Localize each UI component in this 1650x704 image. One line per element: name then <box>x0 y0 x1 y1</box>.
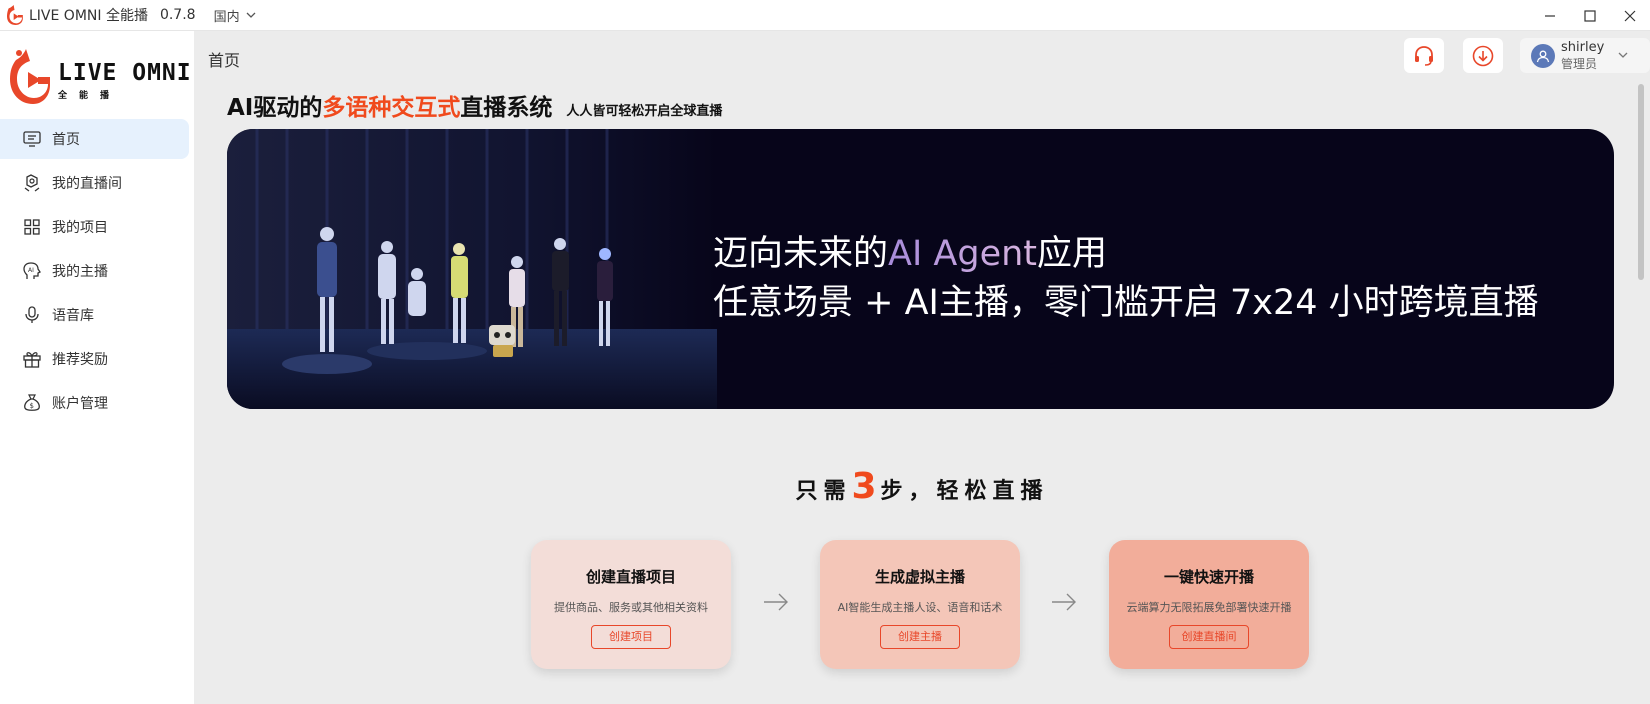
sidebar-item-projects[interactable]: 我的项目 <box>0 207 189 247</box>
page-title: 首页 <box>208 51 241 70</box>
step-card-start-live: 一键快速开播 云端算力无限拓展免部署快速开播 创建直播间 <box>1109 540 1309 669</box>
user-role: 管理员 <box>1561 56 1598 71</box>
step-description: AI智能生成主播人设、语音和话术 <box>837 601 1003 614</box>
sidebar-item-anchors[interactable]: AI 我的主播 <box>0 251 189 291</box>
step-description: 提供商品、服务或其他相关资料 <box>554 601 708 614</box>
logo-mark-icon <box>10 49 50 104</box>
chevron-down-icon <box>1618 52 1628 58</box>
step-title: 创建直播项目 <box>585 568 676 586</box>
step-card-create-anchor: 生成虚拟主播 AI智能生成主播人设、语音和话术 创建主播 <box>820 540 1020 669</box>
close-icon <box>1624 10 1636 21</box>
grid-icon <box>22 217 42 237</box>
ai-head-icon: AI <box>22 261 42 281</box>
steps-title-a: 只需 <box>795 479 852 504</box>
steps-title: 只需3步，轻松直播 <box>0 466 1650 507</box>
create-anchor-button[interactable]: 创建主播 <box>880 625 960 649</box>
user-menu[interactable]: shirley 管理员 <box>1520 38 1650 73</box>
sidebar-item-live-room[interactable]: 我的直播间 <box>0 163 189 203</box>
headline-title: AI驱动的多语种交互式直播系统 <box>227 88 552 122</box>
sidebar-item-label: 我的直播间 <box>52 176 122 192</box>
brand-name: LIVE OMNI <box>58 60 192 86</box>
sidebar-item-label: 我的项目 <box>52 220 108 236</box>
sidebar-item-label: 账户管理 <box>52 396 108 412</box>
arrow-right-icon <box>764 593 788 611</box>
step-description: 云端算力无限拓展免部署快速开播 <box>1126 601 1292 614</box>
hero-banner[interactable]: 迈向未来的AI Agent应用 任意场景 + AI主播，零门槛开启 7x24 小… <box>227 129 1614 409</box>
headline-subtitle: 人人皆可轻松开启全球直播 <box>566 104 723 119</box>
sidebar-item-voice-library[interactable]: 语音库 <box>0 295 189 335</box>
app-logo-icon <box>7 5 23 25</box>
headline-part1: AI驱动的 <box>227 95 323 121</box>
step-title: 生成虚拟主播 <box>874 568 965 586</box>
title-bar: LIVE OMNI 全能播 0.7.8 国内 <box>0 0 1650 31</box>
step-title: 一键快速开播 <box>1163 568 1254 586</box>
sidebar-item-label: 首页 <box>52 132 80 148</box>
download-button[interactable] <box>1463 38 1503 73</box>
headset-icon <box>1415 45 1433 66</box>
microphone-icon <box>22 305 42 325</box>
minimize-icon <box>1545 14 1555 17</box>
customer-service-button[interactable] <box>1404 38 1444 73</box>
home-icon <box>22 129 42 149</box>
maximize-button[interactable] <box>1570 0 1610 31</box>
gift-icon <box>22 349 42 369</box>
app-version: 0.7.8 <box>159 7 196 23</box>
headline: AI驱动的多语种交互式直播系统 人人皆可轻松开启全球直播 <box>227 88 722 122</box>
scrollbar[interactable] <box>1638 84 1644 280</box>
sidebar-item-label: 推荐奖励 <box>52 352 108 368</box>
minimize-button[interactable] <box>1530 0 1570 31</box>
sidebar-nav: 首页 我的直播间 我的项目 AI 我的主播 语音库 推荐奖励 $ 账户管理 <box>0 119 194 427</box>
user-info: shirley 管理员 <box>1561 40 1604 72</box>
banner-subheadline: 任意场景 + AI主播，零门槛开启 7x24 小时跨境直播 <box>713 283 1539 323</box>
maximize-icon <box>1584 9 1596 22</box>
sidebar-item-label: 语音库 <box>52 308 94 324</box>
close-button[interactable] <box>1610 0 1650 31</box>
banner-accent: AI Agent <box>888 234 1038 274</box>
steps-title-b: 步，轻松直播 <box>880 479 1049 504</box>
sidebar: LIVE OMNI 全能播 首页 我的直播间 我的项目 AI 我的主播 语音库 … <box>0 31 194 704</box>
svg-text:$: $ <box>30 402 34 410</box>
create-project-button[interactable]: 创建项目 <box>591 625 671 649</box>
svg-text:AI: AI <box>28 267 34 274</box>
virtual-anchors-illustration <box>227 129 717 409</box>
headline-part2: 直播系统 <box>460 95 553 121</box>
headline-accent: 多语种交互式 <box>322 95 461 121</box>
sidebar-item-home[interactable]: 首页 <box>0 119 189 159</box>
brand-logo[interactable]: LIVE OMNI 全能播 <box>8 48 191 108</box>
chevron-down-icon <box>246 12 256 18</box>
sidebar-item-label: 我的主播 <box>52 264 108 280</box>
avatar <box>1531 43 1555 68</box>
live-room-icon <box>22 173 42 193</box>
download-icon <box>1472 45 1494 66</box>
region-dropdown[interactable]: 国内 <box>214 6 256 25</box>
user-icon <box>1536 50 1550 62</box>
banner-headline: 迈向未来的AI Agent应用 <box>713 225 1107 276</box>
window-controls <box>1530 0 1650 31</box>
brand-subtitle: 全能播 <box>58 91 122 101</box>
banner-line1-a: 迈向未来的 <box>713 234 889 274</box>
steps-count: 3 <box>851 466 881 507</box>
step-card-create-project: 创建直播项目 提供商品、服务或其他相关资料 创建项目 <box>531 540 731 669</box>
create-live-room-button[interactable]: 创建直播间 <box>1169 625 1249 649</box>
sidebar-item-account[interactable]: $ 账户管理 <box>0 383 189 423</box>
user-name: shirley <box>1561 39 1605 55</box>
app-title: LIVE OMNI 全能播 <box>29 8 148 24</box>
money-bag-icon: $ <box>22 393 42 413</box>
region-label: 国内 <box>213 9 240 25</box>
arrow-right-icon <box>1052 593 1076 611</box>
banner-line1-b: 应用 <box>1037 234 1108 274</box>
sidebar-item-referral[interactable]: 推荐奖励 <box>0 339 189 379</box>
